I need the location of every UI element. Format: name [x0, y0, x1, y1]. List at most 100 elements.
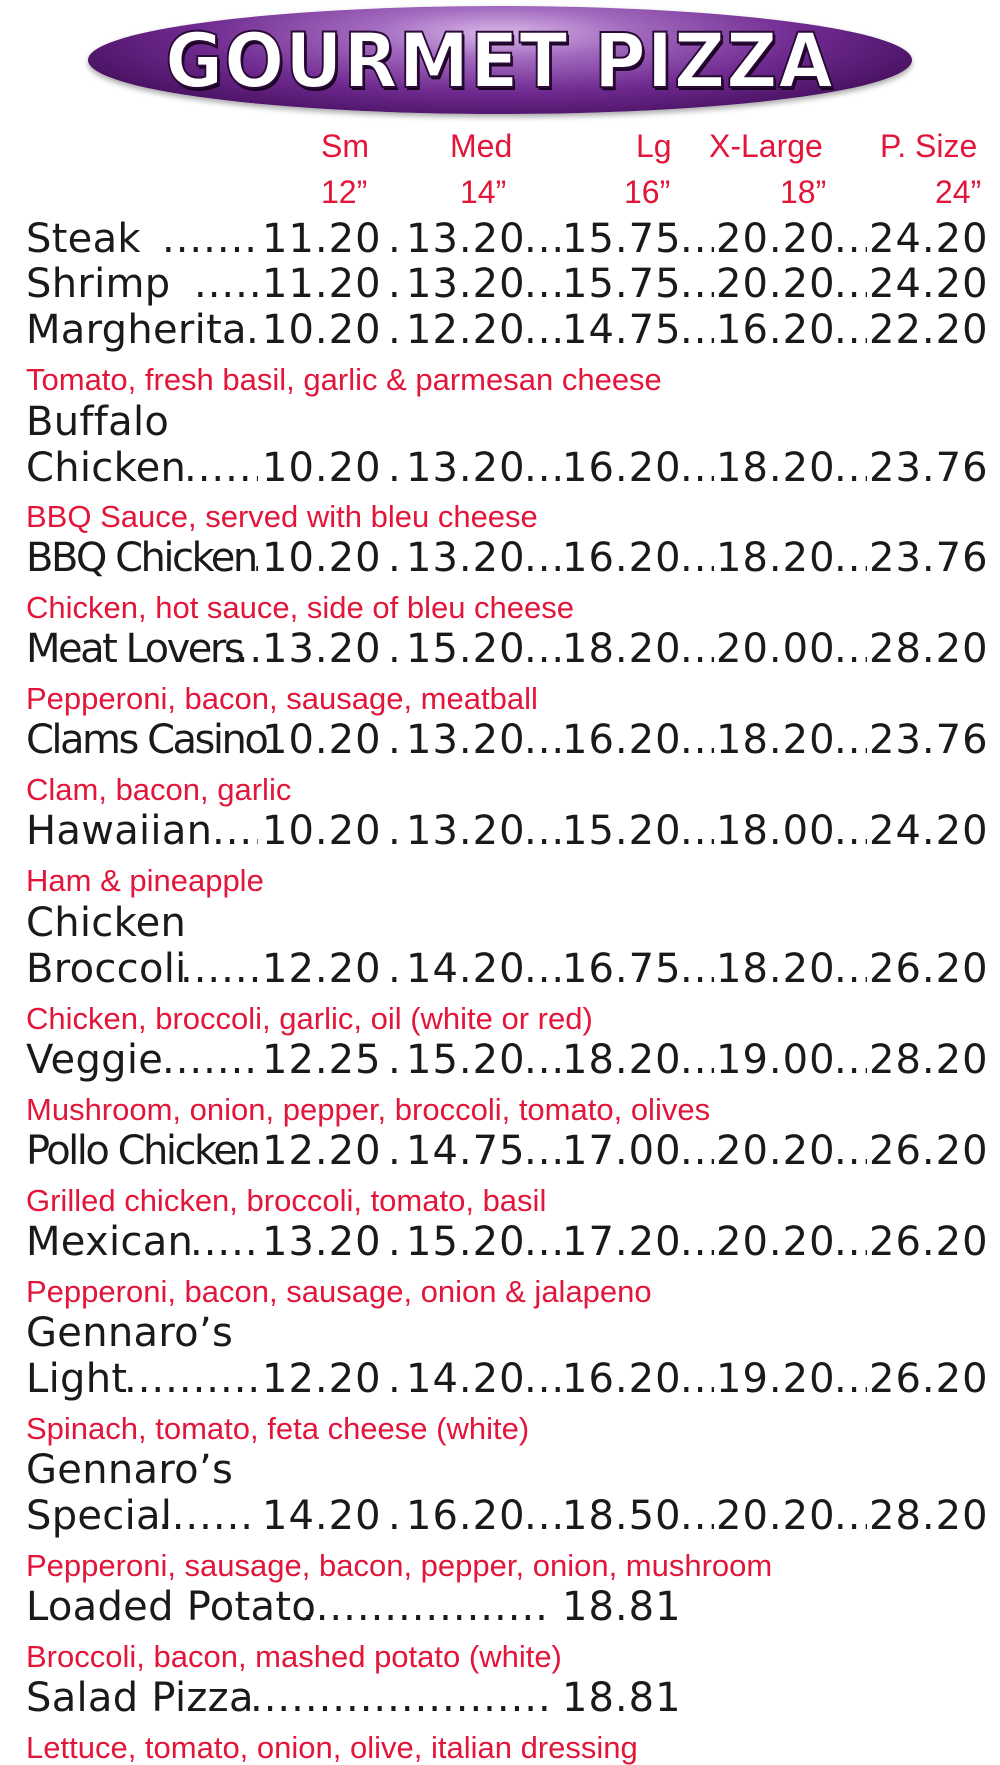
dot-leader: ........................................…	[680, 946, 714, 992]
menu-item-row: Salad Pizza.............................…	[0, 1675, 1000, 1721]
price-psize: 26.20	[869, 1219, 989, 1265]
price-sm: 10.20	[262, 535, 382, 581]
item-name: Mexican	[26, 1219, 194, 1265]
size-inches-xlarge: 18”	[780, 174, 827, 210]
price: 18.81	[562, 1675, 682, 1721]
dot-leader: ........................................…	[388, 1356, 404, 1402]
price-lg: 17.20	[562, 1219, 682, 1265]
price-med: 14.20	[406, 946, 526, 992]
price-psize: 24.20	[869, 808, 989, 854]
dot-leader: ........................................…	[388, 626, 404, 672]
price-med: 12.20	[406, 307, 526, 353]
dot-leader: ........................................…	[524, 535, 560, 581]
price-sm: 12.20	[262, 1128, 382, 1174]
dot-leader: ........................................…	[680, 1037, 714, 1083]
dot-leader: ........................................…	[184, 445, 258, 491]
dot-leader: ........................................…	[834, 946, 867, 992]
price-lg: 15.75	[562, 261, 682, 307]
dot-leader: ........................................…	[257, 717, 258, 763]
menu-item-row: Pollo Chicken...........................…	[0, 1128, 1000, 1174]
dot-leader: ........................................…	[180, 946, 258, 992]
price-psize: 26.20	[869, 1128, 989, 1174]
dot-leader: ........................................…	[524, 1219, 560, 1265]
menu-page: GOURMET PIZZA Sm Med Lg X-Large P. Size …	[0, 0, 1000, 1765]
page-title: GOURMET PIZZA	[165, 15, 835, 106]
dot-leader: ........................................…	[680, 1219, 714, 1265]
price-med: 13.20	[406, 808, 526, 854]
price-xlarge: 18.20	[716, 717, 836, 763]
price-sm: 10.20	[262, 808, 382, 854]
price-xlarge: 20.20	[716, 216, 836, 262]
price-xlarge: 16.20	[716, 307, 836, 353]
dot-leader: ........................................…	[162, 216, 258, 262]
price-xlarge: 18.20	[716, 535, 836, 581]
dot-leader: ........................................…	[524, 445, 560, 491]
item-name: Broccoli	[26, 946, 187, 992]
dot-leader: ........................................…	[524, 216, 560, 262]
price-med: 13.20	[406, 261, 526, 307]
size-label-sm: Sm	[321, 128, 369, 164]
menu-item-row: Margherita..............................…	[0, 307, 1000, 353]
price-sm: 13.20	[262, 626, 382, 672]
menu-item-row: Light...................................…	[0, 1356, 1000, 1402]
item-name: Margherita	[26, 307, 247, 353]
menu-item-row: Mexican.................................…	[0, 1219, 1000, 1265]
price-lg: 17.00	[562, 1128, 682, 1174]
item-description: Grilled chicken, broccoli, tomato, basil	[26, 1183, 547, 1218]
menu-item-row: Meat Lovers.............................…	[0, 626, 1000, 672]
item-description: Pepperoni, bacon, sausage, onion & jalap…	[26, 1274, 652, 1309]
dot-leader: ........................................…	[680, 1493, 714, 1539]
dot-leader: ........................................…	[222, 626, 258, 672]
price-med: 14.20	[406, 1356, 526, 1402]
price-med: 13.20	[406, 535, 526, 581]
price-med: 13.20	[406, 445, 526, 491]
dot-leader: ........................................…	[834, 261, 867, 307]
price-med: 14.75	[406, 1128, 526, 1174]
dot-leader: ........................................…	[227, 1128, 258, 1174]
dot-leader: ........................................…	[190, 1219, 258, 1265]
dot-leader: ........................................…	[680, 307, 714, 353]
dot-leader: ........................................…	[246, 307, 258, 353]
dot-leader: ........................................…	[834, 307, 867, 353]
dot-leader: ........................................…	[524, 1128, 560, 1174]
dot-leader: ........................................…	[834, 626, 867, 672]
price-lg: 16.20	[562, 1356, 682, 1402]
price-lg: 18.20	[562, 1037, 682, 1083]
price-lg: 16.20	[562, 535, 682, 581]
size-label-lg: Lg	[636, 128, 672, 164]
price-psize: 23.76	[869, 445, 989, 491]
dot-leader: ........................................…	[194, 261, 258, 307]
price-xlarge: 20.00	[716, 626, 836, 672]
menu-item-row: Chicken.................................…	[0, 445, 1000, 491]
dot-leader: ........................................…	[388, 717, 404, 763]
price-lg: 18.20	[562, 626, 682, 672]
price-lg: 16.75	[562, 946, 682, 992]
item-name: Shrimp	[26, 261, 171, 307]
price-med: 13.20	[406, 216, 526, 262]
dot-leader: ........................................…	[680, 261, 714, 307]
price-med: 15.20	[406, 626, 526, 672]
item-name: Light	[26, 1356, 128, 1402]
item-description: Mushroom, onion, pepper, broccoli, tomat…	[26, 1092, 711, 1127]
dot-leader: ........................................…	[524, 261, 560, 307]
size-label-psize: P. Size	[880, 128, 978, 164]
dot-leader: ........................................…	[250, 1675, 548, 1721]
item-description: Broccoli, bacon, mashed potato (white)	[26, 1639, 562, 1674]
dot-leader: ........................................…	[524, 626, 560, 672]
price-med: 15.20	[406, 1037, 526, 1083]
menu-item-row: Shrimp..................................…	[0, 261, 1000, 307]
item-name-prefix: Gennaro’s	[26, 1310, 234, 1356]
dot-leader: ........................................…	[680, 216, 714, 262]
dot-leader: ........................................…	[524, 946, 560, 992]
price-xlarge: 18.00	[716, 808, 836, 854]
item-name-prefix: Chicken	[26, 900, 187, 946]
dot-leader: ........................................…	[524, 717, 560, 763]
price-psize: 28.20	[869, 1493, 989, 1539]
item-description: Clam, bacon, garlic	[26, 772, 292, 807]
price-psize: 24.20	[869, 216, 989, 262]
size-inches-psize: 24”	[935, 174, 982, 210]
dot-leader: ........................................…	[524, 1037, 560, 1083]
menu-item-row: Veggie..................................…	[0, 1037, 1000, 1083]
item-name: Salad Pizza	[26, 1675, 254, 1721]
price-xlarge: 18.20	[716, 946, 836, 992]
